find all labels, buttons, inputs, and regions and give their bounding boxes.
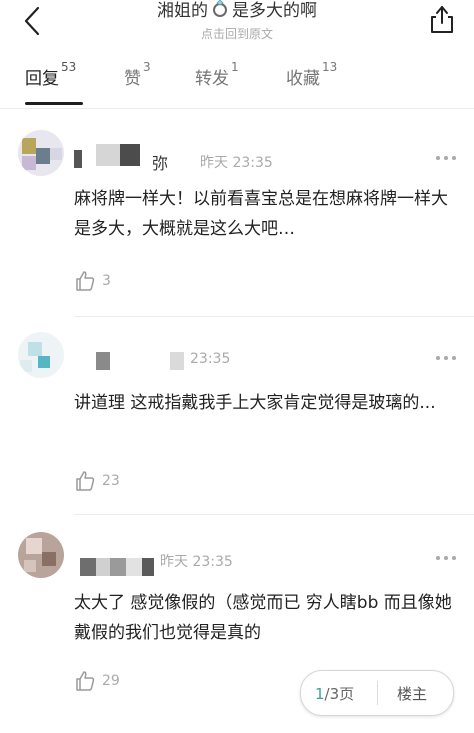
thumb-up-icon — [76, 271, 95, 291]
tab-count: 53 — [61, 60, 77, 75]
like-count: 23 — [102, 473, 120, 489]
tab-likes[interactable]: 赞3 — [124, 60, 151, 89]
back-button[interactable] — [18, 4, 48, 38]
tab-replies[interactable]: 回复53 — [25, 60, 76, 89]
username-text[interactable]: 弥 — [152, 150, 168, 174]
blurred-username — [96, 144, 120, 166]
tab-count: 3 — [143, 60, 151, 75]
page-selector[interactable]: 1/3页 — [315, 683, 354, 704]
tab-label: 回复 — [25, 69, 59, 89]
divider — [74, 316, 474, 317]
like-button[interactable]: 3 — [74, 270, 111, 294]
tab-bar: 回复53 赞3 转发1 收藏13 — [0, 52, 474, 109]
comment-time: 昨天 23:35 — [160, 554, 233, 570]
blurred-username — [80, 558, 96, 576]
blurred-username — [126, 558, 142, 576]
divider — [74, 514, 474, 515]
thumb-up-icon — [76, 471, 95, 491]
back-to-post-link[interactable]: 点击回到原文 — [90, 26, 384, 42]
tab-label: 收藏 — [286, 69, 320, 89]
tab-reposts[interactable]: 转发1 — [195, 60, 239, 89]
share-icon — [431, 6, 453, 33]
blurred-username — [142, 558, 154, 576]
more-options-button[interactable] — [436, 156, 456, 162]
comment-time: 23:35 — [190, 351, 231, 367]
floating-pager: 1/3页 楼主 — [300, 670, 454, 716]
back-arrow-icon — [24, 6, 40, 36]
total-pages: /3页 — [324, 685, 355, 703]
tab-count: 1 — [231, 60, 239, 75]
comment-text: 麻将牌一样大！以前看喜宝总是在想麻将牌一样大是多大，大概就是这么大吧… — [74, 189, 448, 239]
title-text-end: 是多大的啊 — [232, 1, 317, 21]
title-area[interactable]: 湘姐的 是多大的啊 点击回到原文 — [90, 0, 384, 42]
title-text-start: 湘姐的 — [157, 1, 208, 21]
blurred-username — [120, 144, 140, 166]
avatar[interactable] — [18, 532, 64, 578]
blurred-username — [74, 150, 82, 168]
divider — [377, 681, 378, 705]
top-bar: 湘姐的 是多大的啊 点击回到原文 — [0, 0, 474, 46]
like-button[interactable]: 23 — [74, 470, 120, 494]
comment-text: 讲道理 这戒指戴我手上大家肯定觉得是玻璃的... — [74, 393, 436, 413]
comment-time: 昨天 23:35 — [200, 155, 273, 171]
like-button[interactable]: 29 — [74, 670, 120, 694]
more-options-button[interactable] — [436, 356, 456, 362]
avatar[interactable] — [18, 332, 64, 378]
tab-count: 13 — [322, 60, 338, 75]
share-button[interactable] — [428, 4, 456, 34]
avatar[interactable] — [18, 130, 64, 176]
page-title: 湘姐的 是多大的啊 — [90, 0, 384, 24]
owner-only-button[interactable]: 楼主 — [397, 683, 427, 704]
like-count: 29 — [102, 673, 120, 689]
like-count: 3 — [102, 273, 111, 289]
tab-favorites[interactable]: 收藏13 — [286, 60, 337, 89]
thumb-up-icon — [76, 671, 95, 691]
tab-label: 转发 — [195, 69, 229, 89]
current-page: 1 — [315, 685, 325, 703]
blurred-username — [96, 352, 110, 370]
blurred-username — [96, 558, 110, 576]
ring-emoji-icon — [210, 0, 230, 24]
tab-label: 赞 — [124, 69, 141, 89]
active-tab-indicator — [25, 102, 83, 105]
blurred-username — [110, 558, 126, 576]
comment-text: 太大了 感觉像假的（感觉而已 穷人瞎bb 而且像她戴假的我们也觉得是真的 — [74, 593, 452, 643]
more-options-button[interactable] — [436, 556, 456, 562]
blurred-username — [170, 352, 184, 370]
